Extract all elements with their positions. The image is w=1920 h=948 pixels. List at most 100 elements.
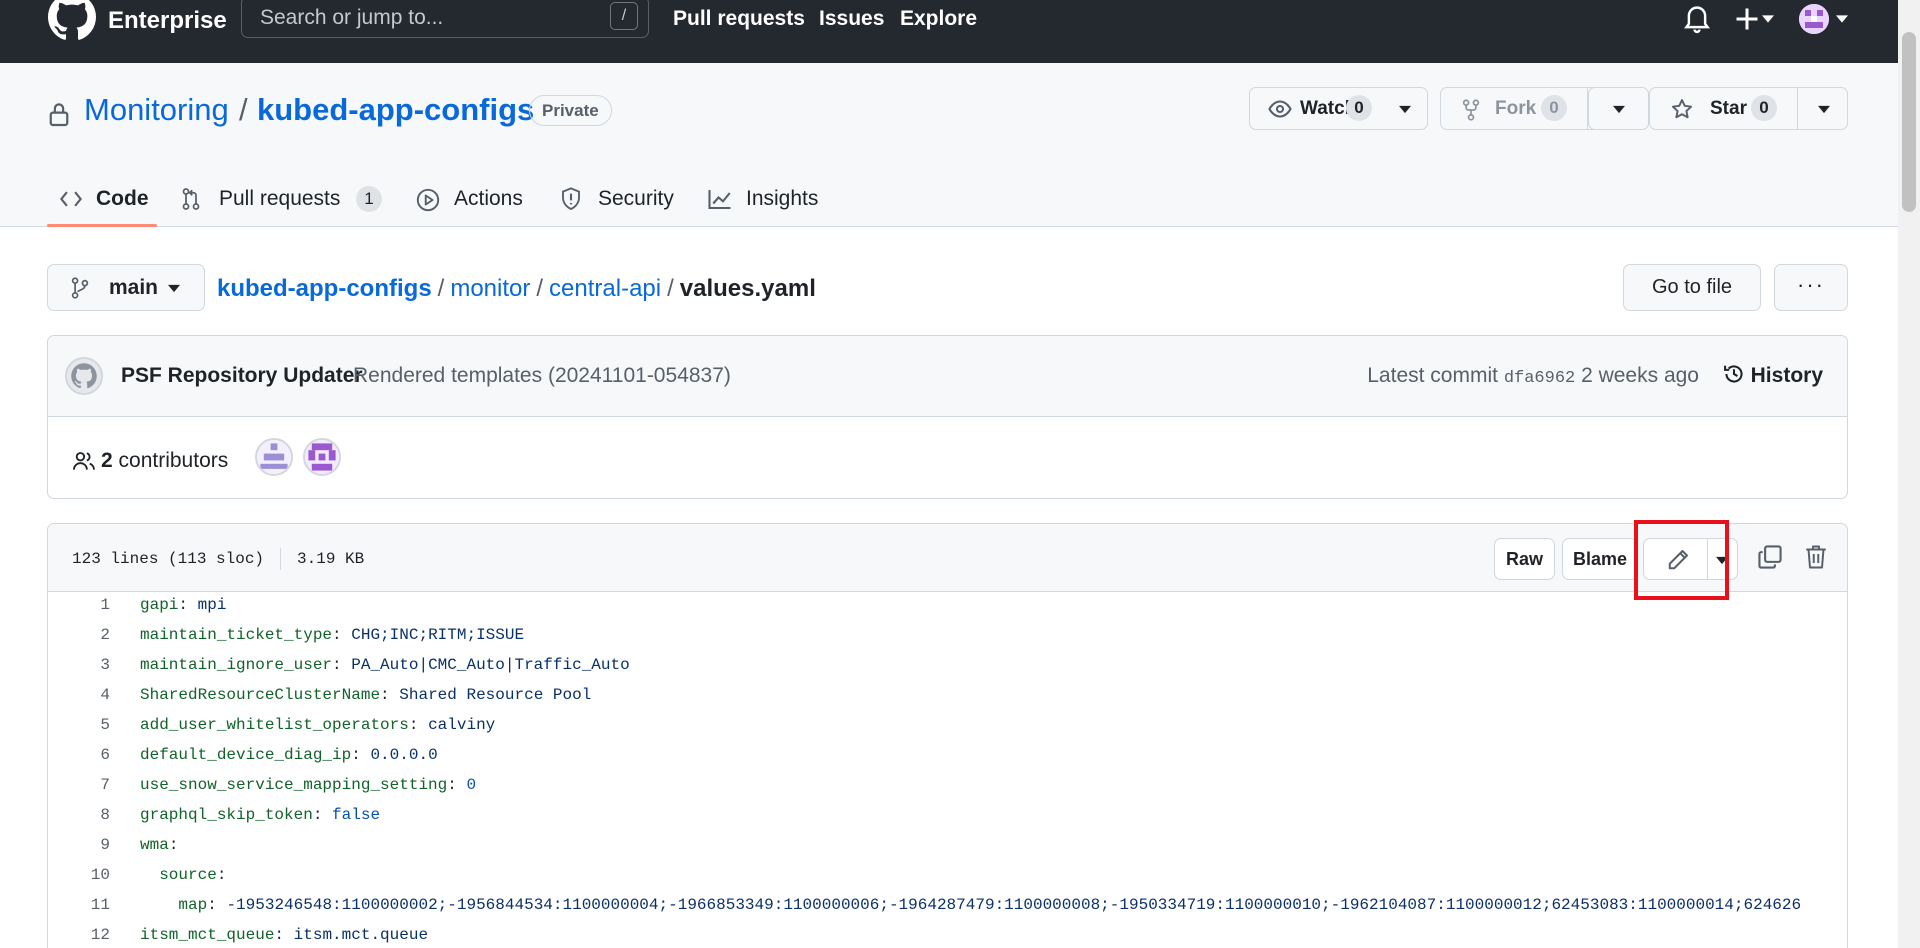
commit-author-name[interactable]: PSF Repository Updater: [121, 364, 363, 388]
tab-pull-requests[interactable]: Pull requests 1: [181, 171, 382, 227]
active-tab-indicator: [47, 224, 157, 227]
edit-dropdown-caret-icon[interactable]: [1716, 556, 1728, 565]
tab-actions[interactable]: Actions: [416, 171, 536, 227]
yaml-value: false: [332, 806, 381, 824]
line-content: source:: [140, 860, 226, 890]
github-logo-icon[interactable]: [47, 0, 97, 41]
page-scrollbar[interactable]: [1898, 0, 1920, 948]
line-number[interactable]: 8: [48, 800, 110, 830]
pencil-edit-icon[interactable]: [1666, 548, 1690, 572]
line-number[interactable]: 2: [48, 620, 110, 650]
search-input[interactable]: Search or jump to... /: [241, 0, 649, 38]
line-number[interactable]: 5: [48, 710, 110, 740]
code-line: 7 use_snow_service_mapping_setting: 0: [48, 770, 1847, 800]
yaml-key: use_snow_service_mapping_setting: [140, 776, 448, 794]
search-placeholder: Search or jump to...: [260, 6, 444, 29]
line-content: add_user_whitelist_operators: calviny: [140, 710, 495, 740]
code-line: 4 SharedResourceClusterName: Shared Resou…: [48, 680, 1847, 710]
latest-commit-label: Latest commit: [1367, 364, 1498, 387]
commit-sha-link[interactable]: dfa6962: [1504, 369, 1575, 388]
yaml-colon: :: [207, 896, 217, 914]
raw-button[interactable]: Raw: [1494, 538, 1555, 580]
scrollbar-thumb[interactable]: [1902, 32, 1916, 212]
yaml-colon: :: [447, 776, 457, 794]
breadcrumb-repo-link[interactable]: kubed-app-configs: [217, 275, 432, 302]
watch-dropdown-caret-icon[interactable]: [1399, 105, 1411, 114]
breadcrumb-file-name: values.yaml: [679, 275, 816, 302]
line-number[interactable]: 7: [48, 770, 110, 800]
tab-insights[interactable]: Insights: [708, 171, 828, 227]
code-line: 5 add_user_whitelist_operators: calviny: [48, 710, 1847, 740]
breadcrumb-central-api-link[interactable]: central-api: [549, 275, 661, 302]
people-icon: [73, 452, 95, 470]
code-line: 3 maintain_ignore_user: PA_Auto|CMC_Auto|…: [48, 650, 1847, 680]
breadcrumb-separator: /: [667, 275, 674, 302]
star-dropdown-caret-icon[interactable]: [1818, 105, 1830, 114]
create-new-caret-icon[interactable]: [1762, 14, 1774, 24]
yaml-value: -1953246548:1100000002;-1956844534:11000…: [226, 896, 1802, 914]
line-number[interactable]: 6: [48, 740, 110, 770]
contributor-avatar[interactable]: [255, 438, 293, 476]
yaml-key: map: [178, 896, 208, 914]
yaml-value: CHG;INC;RITM;ISSUE: [351, 626, 525, 644]
line-number[interactable]: 9: [48, 830, 110, 860]
code-line: 8 graphql_skip_token: false: [48, 800, 1847, 830]
star-divider: [1797, 88, 1798, 129]
edit-button-group: [1643, 538, 1738, 580]
repo-name-link[interactable]: kubed-app-configs: [257, 92, 534, 128]
copy-icon[interactable]: [1757, 544, 1783, 570]
commit-author-avatar[interactable]: [65, 357, 103, 395]
line-number[interactable]: 12: [48, 920, 110, 948]
watch-button[interactable]: Watch 0: [1250, 88, 1382, 129]
nav-issues[interactable]: Issues: [819, 7, 884, 31]
tab-security[interactable]: Security: [560, 171, 680, 227]
user-menu-caret-icon[interactable]: [1836, 14, 1848, 24]
breadcrumb-separator: /: [437, 275, 445, 302]
line-number[interactable]: 4: [48, 680, 110, 710]
branch-select-button[interactable]: main: [47, 264, 205, 311]
contributors-link[interactable]: 2 contributors: [101, 449, 228, 473]
fork-button[interactable]: Fork 0: [1441, 88, 1587, 129]
contributors-count: 2: [101, 449, 113, 472]
yaml-colon: :: [332, 656, 342, 674]
yaml-value: PA_Auto|CMC_Auto|Traffic_Auto: [351, 656, 630, 674]
more-options-button[interactable]: ···: [1774, 264, 1848, 311]
yaml-colon: :: [408, 716, 419, 734]
fork-dropdown-button[interactable]: [1588, 87, 1649, 130]
line-content: graphql_skip_token: false: [140, 800, 380, 830]
tab-insights-label: Insights: [746, 187, 819, 210]
nav-pull-requests[interactable]: Pull requests: [673, 7, 805, 31]
enterprise-label[interactable]: Enterprise: [108, 7, 227, 35]
line-content: SharedResourceClusterName: Shared Resour…: [140, 680, 591, 710]
yaml-value: mpi: [197, 596, 227, 614]
nav-explore[interactable]: Explore: [900, 7, 977, 31]
create-new-plus-icon[interactable]: [1735, 4, 1759, 34]
yaml-value: 0: [466, 776, 477, 794]
file-size: 3.19 KB: [297, 550, 365, 569]
git-branch-icon: [71, 277, 89, 299]
yaml-key: gapi: [140, 596, 179, 614]
trash-delete-icon[interactable]: [1804, 544, 1828, 570]
notifications-bell-icon[interactable]: [1684, 4, 1710, 34]
commit-message[interactable]: Rendered templates (20241101-054837): [353, 364, 731, 388]
yaml-value: itsm.mct.queue: [293, 926, 429, 944]
tab-actions-label: Actions: [454, 187, 523, 210]
breadcrumb-monitor-link[interactable]: monitor: [450, 275, 530, 302]
line-number[interactable]: 1: [48, 590, 110, 620]
code-line: 2 maintain_ticket_type: CHG;INC;RITM;ISSU…: [48, 620, 1847, 650]
yaml-key: itsm_mct_queue: [140, 926, 275, 944]
contributor-avatar[interactable]: [303, 438, 341, 476]
line-number[interactable]: 11: [48, 890, 110, 920]
repo-owner-link[interactable]: Monitoring: [84, 92, 229, 128]
yaml-value: calviny: [428, 716, 496, 734]
blame-button[interactable]: Blame: [1562, 538, 1638, 580]
yaml-colon: :: [351, 746, 361, 764]
user-avatar[interactable]: [1799, 4, 1829, 34]
star-button[interactable]: Star 0: [1650, 88, 1797, 129]
line-content: maintain_ignore_user: PA_Auto|CMC_Auto|T…: [140, 650, 630, 680]
yaml-colon: :: [178, 596, 189, 614]
history-link[interactable]: History: [1723, 363, 1823, 388]
line-number[interactable]: 10: [48, 860, 110, 890]
line-number[interactable]: 3: [48, 650, 110, 680]
go-to-file-button[interactable]: Go to file: [1623, 264, 1761, 311]
